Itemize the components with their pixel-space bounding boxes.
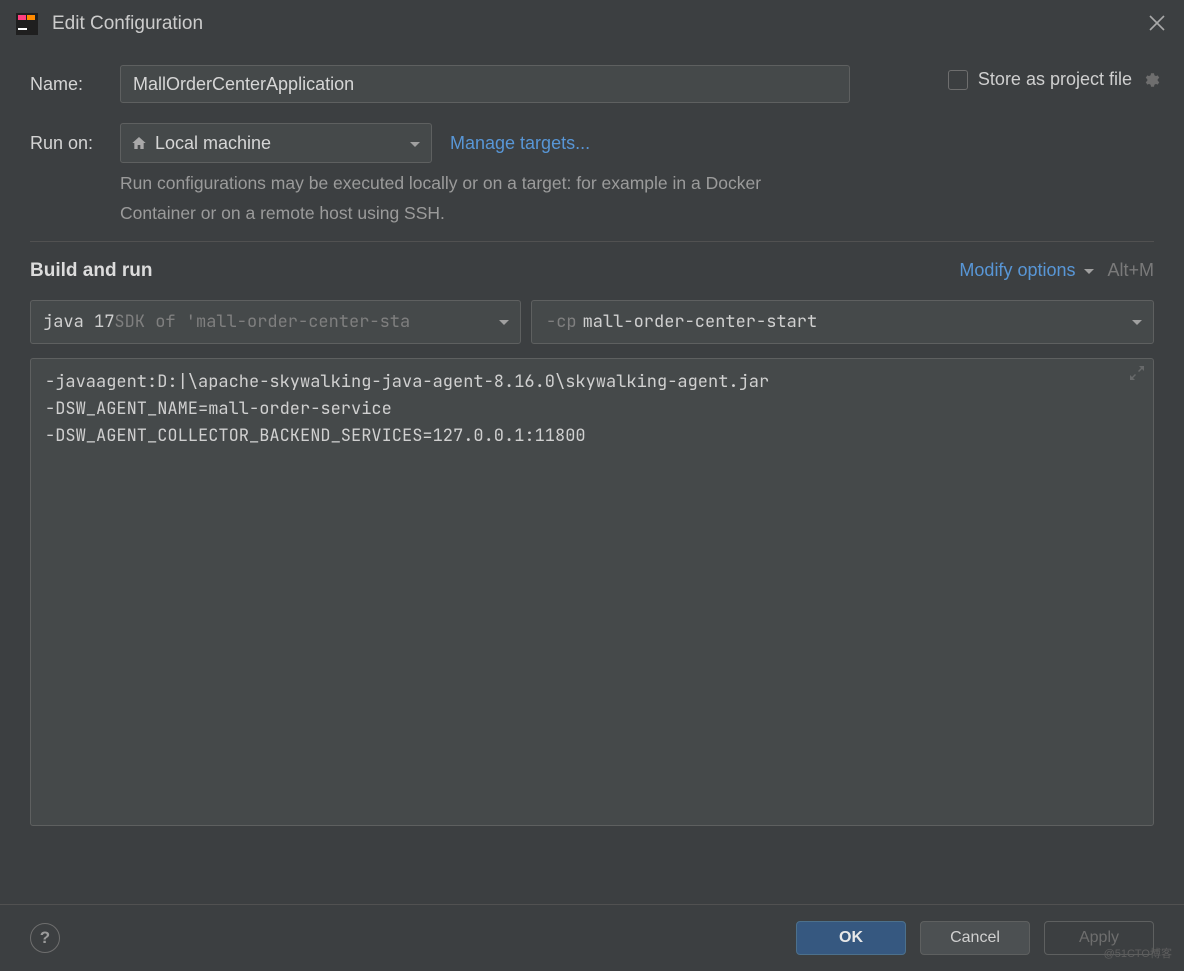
store-label: Store as project file: [978, 69, 1132, 90]
runon-row: Run on: Local machine Manage targets...: [30, 123, 1154, 163]
ok-button[interactable]: OK: [796, 921, 906, 955]
window-title: Edit Configuration: [52, 13, 203, 35]
runon-dropdown[interactable]: Local machine: [120, 123, 432, 163]
apply-button[interactable]: Apply: [1044, 921, 1154, 955]
chevron-down-icon: [409, 133, 421, 154]
expand-icon[interactable]: [1130, 366, 1144, 380]
home-icon: [131, 135, 147, 151]
manage-targets-link[interactable]: Manage targets...: [450, 133, 590, 154]
sdk-prefix: java 17: [43, 311, 114, 333]
vm-options-wrap: [30, 358, 1154, 830]
divider: [30, 241, 1154, 242]
footer-buttons: OK Cancel Apply: [796, 921, 1154, 955]
sdk-dropdown[interactable]: java 17 SDK of 'mall-order-center-sta: [30, 300, 521, 344]
runon-label: Run on:: [30, 133, 120, 154]
sdk-row: java 17 SDK of 'mall-order-center-sta -c…: [30, 300, 1154, 344]
modify-options-link[interactable]: Modify options: [959, 260, 1095, 281]
name-input[interactable]: [120, 65, 850, 103]
cancel-button[interactable]: Cancel: [920, 921, 1030, 955]
modify-shortcut: Alt+M: [1107, 260, 1154, 281]
help-button[interactable]: ?: [30, 923, 60, 953]
cp-value: mall-order-center-start: [583, 311, 818, 333]
form-area: Name: Store as project file Run on: Loca…: [0, 47, 1184, 830]
name-row: Name: Store as project file: [30, 65, 1154, 103]
chevron-down-icon: [1131, 311, 1143, 333]
classpath-dropdown[interactable]: -cp mall-order-center-start: [531, 300, 1154, 344]
build-title: Build and run: [30, 260, 152, 282]
gear-icon[interactable]: [1142, 71, 1160, 89]
chevron-down-icon: [1083, 260, 1095, 281]
footer: ? OK Cancel Apply: [0, 904, 1184, 971]
name-label: Name:: [30, 74, 120, 95]
store-block: Store as project file: [948, 69, 1160, 90]
title-bar: Edit Configuration: [0, 0, 1184, 47]
chevron-down-icon: [498, 311, 510, 333]
vm-options-input[interactable]: [30, 358, 1154, 826]
app-icon: [16, 13, 38, 35]
close-icon[interactable]: [1148, 14, 1166, 32]
runon-help-text: Run configurations may be executed local…: [120, 169, 820, 229]
store-checkbox[interactable]: [948, 70, 968, 90]
build-header: Build and run Modify options Alt+M: [30, 260, 1154, 282]
sdk-suffix: SDK of 'mall-order-center-sta: [114, 311, 410, 333]
modify-label: Modify options: [959, 260, 1075, 281]
runon-value: Local machine: [155, 133, 271, 154]
cp-prefix: -cp: [546, 311, 577, 333]
